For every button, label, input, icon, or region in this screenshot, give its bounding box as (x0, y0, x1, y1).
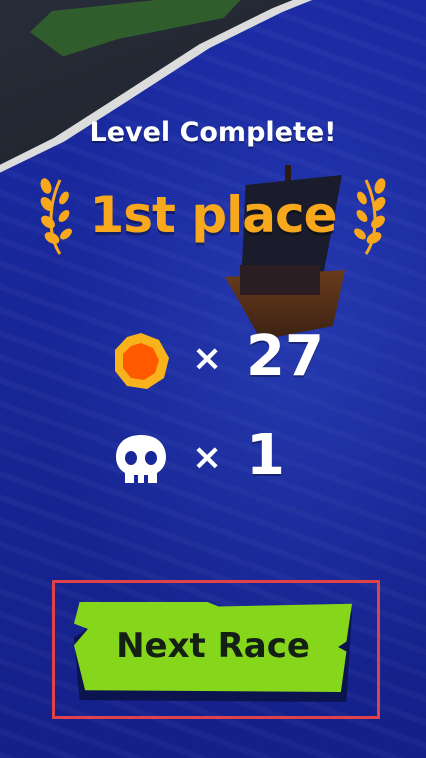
skull-multiplier-sign: × (192, 437, 223, 478)
coin-icon (115, 333, 169, 389)
skull-reward-row: × 1 (112, 423, 372, 491)
skull-icon (116, 435, 166, 483)
skull-count: 1 (246, 423, 285, 488)
laurel-right-icon (354, 178, 386, 255)
level-complete-title: Level Complete! (89, 117, 337, 148)
coin-reward-row: × 27 (112, 324, 372, 392)
coin-multiplier-sign: × (192, 338, 223, 379)
next-race-label: Next Race (116, 626, 310, 666)
coin-count: 27 (246, 324, 324, 389)
results-overlay: Level Complete! 1st place × 27 × 1 Next … (0, 0, 426, 758)
next-race-button[interactable]: Next Race (74, 602, 352, 702)
